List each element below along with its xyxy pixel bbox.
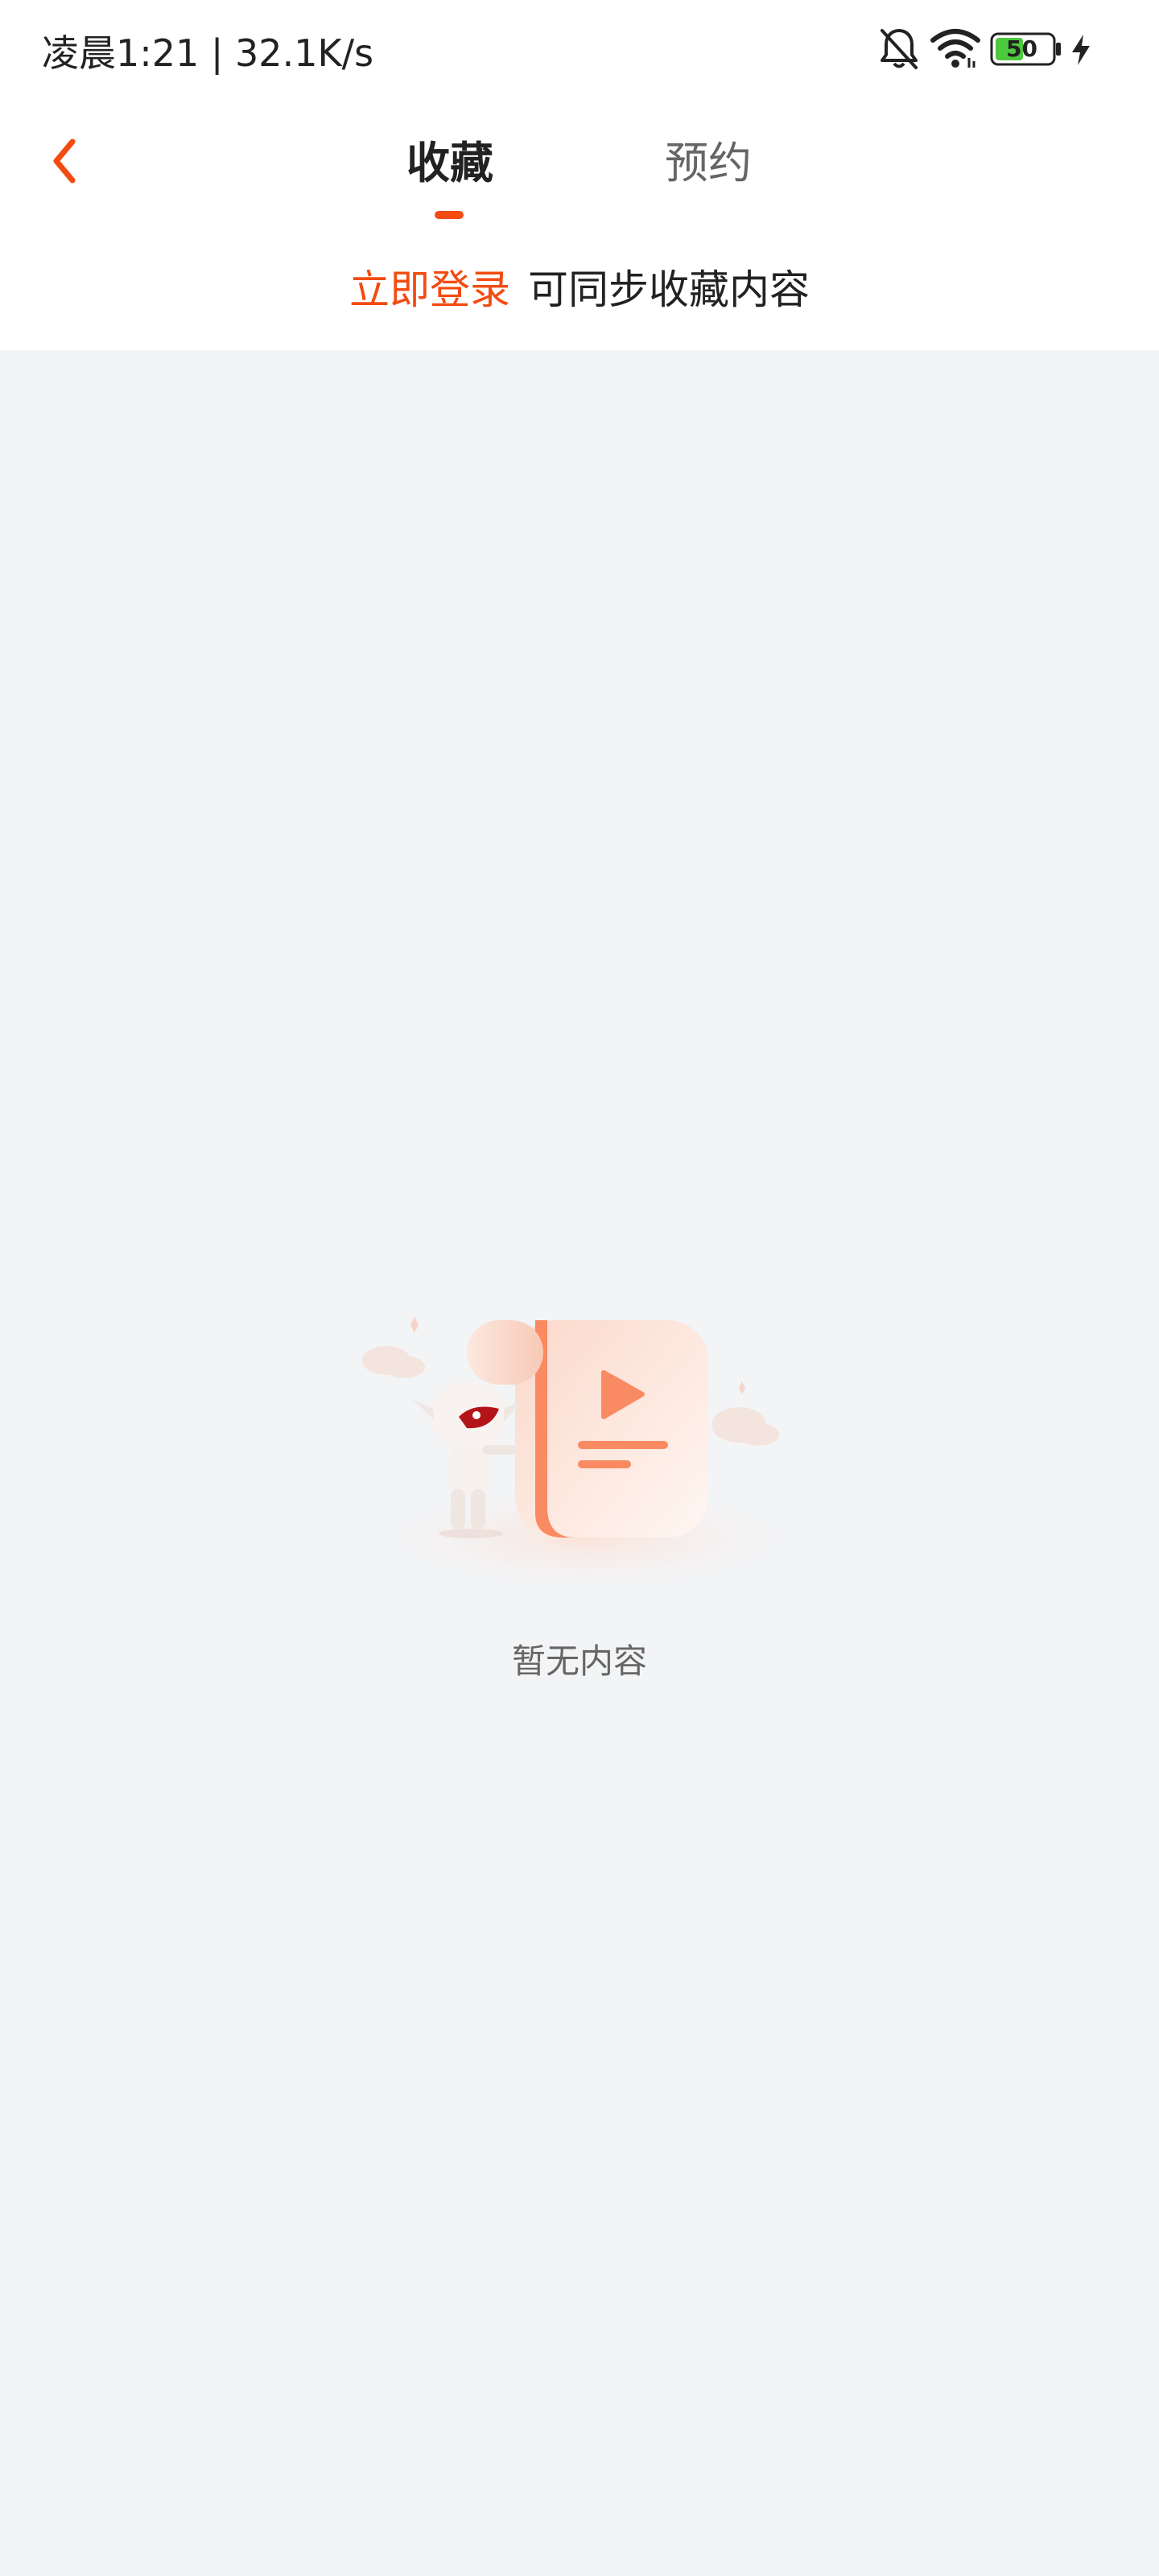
status-icons: 50 <box>877 23 1119 79</box>
empty-state-text: 暂无内容 <box>511 1641 647 1681</box>
login-prompt-message: 可同步收藏内容 <box>528 266 810 313</box>
tab-reservations[interactable]: 预约 <box>665 127 752 191</box>
status-bar: 凌晨1:21 | 32.1K/s 50 <box>0 0 1159 97</box>
empty-state-illustration <box>362 1317 813 1586</box>
battery-level: 50 <box>1006 35 1037 62</box>
header: 收藏 预约 立即登录 可同步收藏内容 <box>0 97 1159 350</box>
tab-favorites[interactable]: 收藏 <box>406 127 493 191</box>
chevron-left-icon <box>53 138 76 184</box>
back-button[interactable] <box>32 129 97 193</box>
charging-icon <box>1072 35 1090 65</box>
tab-active-indicator <box>435 211 464 219</box>
wifi-icon <box>930 29 980 68</box>
login-now-link[interactable]: 立即登录 <box>349 266 510 313</box>
status-time-speed: 凌晨1:21 | 32.1K/s <box>42 31 374 75</box>
login-prompt: 立即登录 可同步收藏内容 <box>0 258 1159 316</box>
bell-muted-icon <box>881 29 918 69</box>
